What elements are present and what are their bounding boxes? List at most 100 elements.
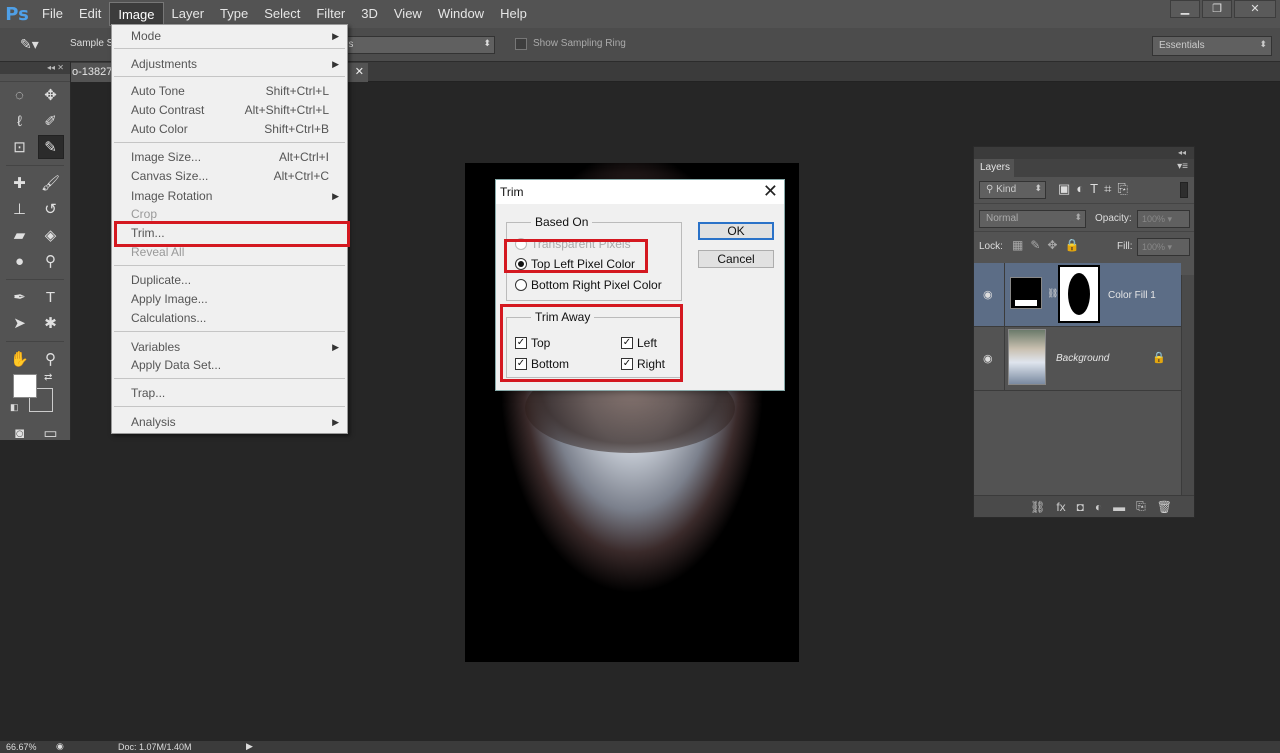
menu-select[interactable]: Select (256, 2, 308, 26)
menu-filter[interactable]: Filter (308, 2, 353, 26)
menu-help[interactable]: Help (492, 2, 535, 26)
eye-icon[interactable]: ◉ (983, 352, 993, 365)
menu-item-auto-contrast[interactable]: Auto Contrast Alt+Shift+Ctrl+L (112, 101, 347, 120)
checkbox-left[interactable]: ✓ Left (621, 336, 657, 350)
dialog-title-bar[interactable]: Trim ✕ (496, 180, 784, 204)
close-icon[interactable]: ✕ (1234, 0, 1276, 18)
collapse-icon[interactable]: ◂◂ (974, 147, 1194, 159)
screen-mode-icon[interactable]: ▭ (38, 421, 64, 445)
panel-menu-icon[interactable]: ▾≡ (1177, 161, 1188, 172)
menu-layer[interactable]: Layer (164, 2, 213, 26)
adjustment-layer-icon[interactable]: ◐ (1095, 500, 1102, 514)
tab-layers[interactable]: Layers (974, 159, 1014, 177)
shape-filter-icon[interactable]: ⌗ (1104, 181, 1111, 197)
menu-item-apply-data-set[interactable]: Apply Data Set... (112, 356, 347, 375)
foreground-color-swatch[interactable] (13, 374, 37, 398)
close-icon[interactable]: ✕ (355, 65, 364, 78)
eyedropper-icon[interactable]: ✎▾ (20, 36, 39, 53)
link-icon[interactable]: ⛓ (1047, 288, 1058, 299)
path-select-icon[interactable]: ➤ (7, 311, 33, 335)
menu-image[interactable]: Image (109, 2, 164, 26)
crop-tool-icon[interactable]: ⊡ (7, 135, 33, 159)
type-filter-icon[interactable]: T (1090, 181, 1098, 197)
link-layers-icon[interactable]: ⛓ (1030, 500, 1045, 514)
menu-item-trap[interactable]: Trap... (112, 384, 347, 403)
default-colors-icon[interactable]: ◧ (10, 402, 19, 413)
checkmark-icon[interactable]: ✓ (621, 337, 633, 349)
filter-toggle[interactable] (1180, 182, 1188, 198)
quick-select-tool-icon[interactable]: ✐ (38, 109, 64, 133)
stamp-tool-icon[interactable]: ⊥ (7, 197, 33, 221)
ok-button[interactable]: OK (698, 222, 774, 240)
healing-brush-icon[interactable]: ✚ (7, 171, 33, 195)
menu-item-image-size[interactable]: Image Size... Alt+Ctrl+I (112, 148, 347, 167)
checkmark-icon[interactable]: ✓ (515, 358, 527, 370)
shape-tool-icon[interactable]: ✱ (38, 311, 64, 335)
menu-item-variables[interactable]: Variables ▶ (112, 338, 347, 357)
lock-position-icon[interactable]: ✥ (1047, 238, 1057, 252)
menu-item-canvas-size[interactable]: Canvas Size... Alt+Ctrl+C (112, 167, 347, 186)
fill-field[interactable]: 100% ▾ (1137, 238, 1190, 256)
quick-mask-icon[interactable]: ◙ (7, 421, 33, 445)
menu-item-duplicate[interactable]: Duplicate... (112, 271, 347, 290)
menu-item-calculations[interactable]: Calculations... (112, 309, 347, 328)
checkmark-icon[interactable]: ✓ (621, 358, 633, 370)
pen-tool-icon[interactable]: ✒ (7, 285, 33, 309)
cancel-button[interactable]: Cancel (698, 250, 774, 268)
menu-3d[interactable]: 3D (353, 2, 386, 26)
marquee-tool-icon[interactable]: ◌ (7, 83, 33, 107)
history-brush-icon[interactable]: ↺ (38, 197, 64, 221)
type-tool-icon[interactable]: T (38, 285, 64, 309)
lasso-tool-icon[interactable]: ℓ (7, 109, 33, 133)
blur-tool-icon[interactable]: ● (7, 249, 33, 273)
checkbox-bottom[interactable]: ✓ Bottom (515, 357, 569, 371)
minimize-icon[interactable]: ▁ (1170, 0, 1200, 18)
menu-item-adjustments[interactable]: Adjustments ▶ (112, 55, 347, 74)
checkbox-top[interactable]: ✓ Top (515, 336, 550, 350)
menu-view[interactable]: View (386, 2, 430, 26)
paint-bucket-icon[interactable]: ◈ (38, 223, 64, 247)
eyedropper-tool-icon[interactable]: ✎ (37, 135, 64, 159)
menu-item-analysis[interactable]: Analysis ▶ (112, 413, 347, 432)
sample-select[interactable]: rs ⬍ (340, 36, 495, 54)
menu-item-trim[interactable]: Trim... (112, 224, 347, 243)
menu-item-apply-image[interactable]: Apply Image... (112, 290, 347, 309)
panel-grip[interactable] (0, 74, 70, 82)
menu-type[interactable]: Type (212, 2, 256, 26)
new-layer-icon[interactable]: ⎘ (1136, 499, 1146, 514)
add-mask-icon[interactable]: ◘ (1077, 500, 1084, 514)
menu-item-image-rotation[interactable]: Image Rotation ▶ (112, 187, 347, 206)
close-icon[interactable]: ✕ (763, 181, 778, 202)
hand-tool-icon[interactable]: ✋ (7, 347, 33, 371)
brush-tool-icon[interactable]: 🖌 (38, 171, 64, 195)
zoom-level[interactable]: 66.67% (6, 742, 37, 752)
pixel-filter-icon[interactable]: ▣ (1058, 181, 1070, 197)
collapse-icon[interactable]: ◂◂ ✕ (0, 62, 70, 74)
layer-row-color-fill[interactable]: ◉ ⛓ Color Fill 1 (974, 263, 1181, 327)
fx-icon[interactable]: fx (1056, 500, 1065, 514)
layer-name[interactable]: Background (1056, 353, 1109, 364)
layer-row-background[interactable]: ◉ Background 🔒 (974, 327, 1181, 391)
eye-icon[interactable]: ◉ (983, 288, 993, 301)
kind-filter-select[interactable]: ⚲ Kind ⬍ (979, 181, 1046, 199)
radio-button[interactable] (515, 279, 527, 291)
menu-item-auto-tone[interactable]: Auto Tone Shift+Ctrl+L (112, 82, 347, 101)
opacity-field[interactable]: 100% ▾ (1137, 210, 1190, 228)
checkmark-icon[interactable]: ✓ (515, 337, 527, 349)
checkbox-right[interactable]: ✓ Right (621, 357, 665, 371)
radio-top-left-pixel-color[interactable]: Top Left Pixel Color (515, 257, 635, 271)
smart-object-filter-icon[interactable]: ⎘ (1117, 181, 1127, 197)
menu-item-auto-color[interactable]: Auto Color Shift+Ctrl+B (112, 120, 347, 139)
move-tool-icon[interactable]: ✥ (38, 83, 64, 107)
layers-scrollbar[interactable] (1181, 275, 1194, 501)
radio-button[interactable] (515, 258, 527, 270)
eraser-tool-icon[interactable]: ▰ (7, 223, 33, 247)
zoom-tool-icon[interactable]: ⚲ (38, 347, 64, 371)
new-group-icon[interactable]: ▬ (1113, 500, 1125, 514)
workspace-select[interactable]: Essentials ⬍ (1152, 36, 1272, 56)
status-menu-arrow-icon[interactable]: ▶ (246, 741, 253, 752)
radio-bottom-right-pixel-color[interactable]: Bottom Right Pixel Color (515, 278, 662, 292)
layer-name[interactable]: Color Fill 1 (1108, 290, 1156, 301)
lock-all-icon[interactable]: 🔒 (1064, 238, 1079, 252)
adjustment-filter-icon[interactable]: ◐ (1076, 181, 1084, 197)
